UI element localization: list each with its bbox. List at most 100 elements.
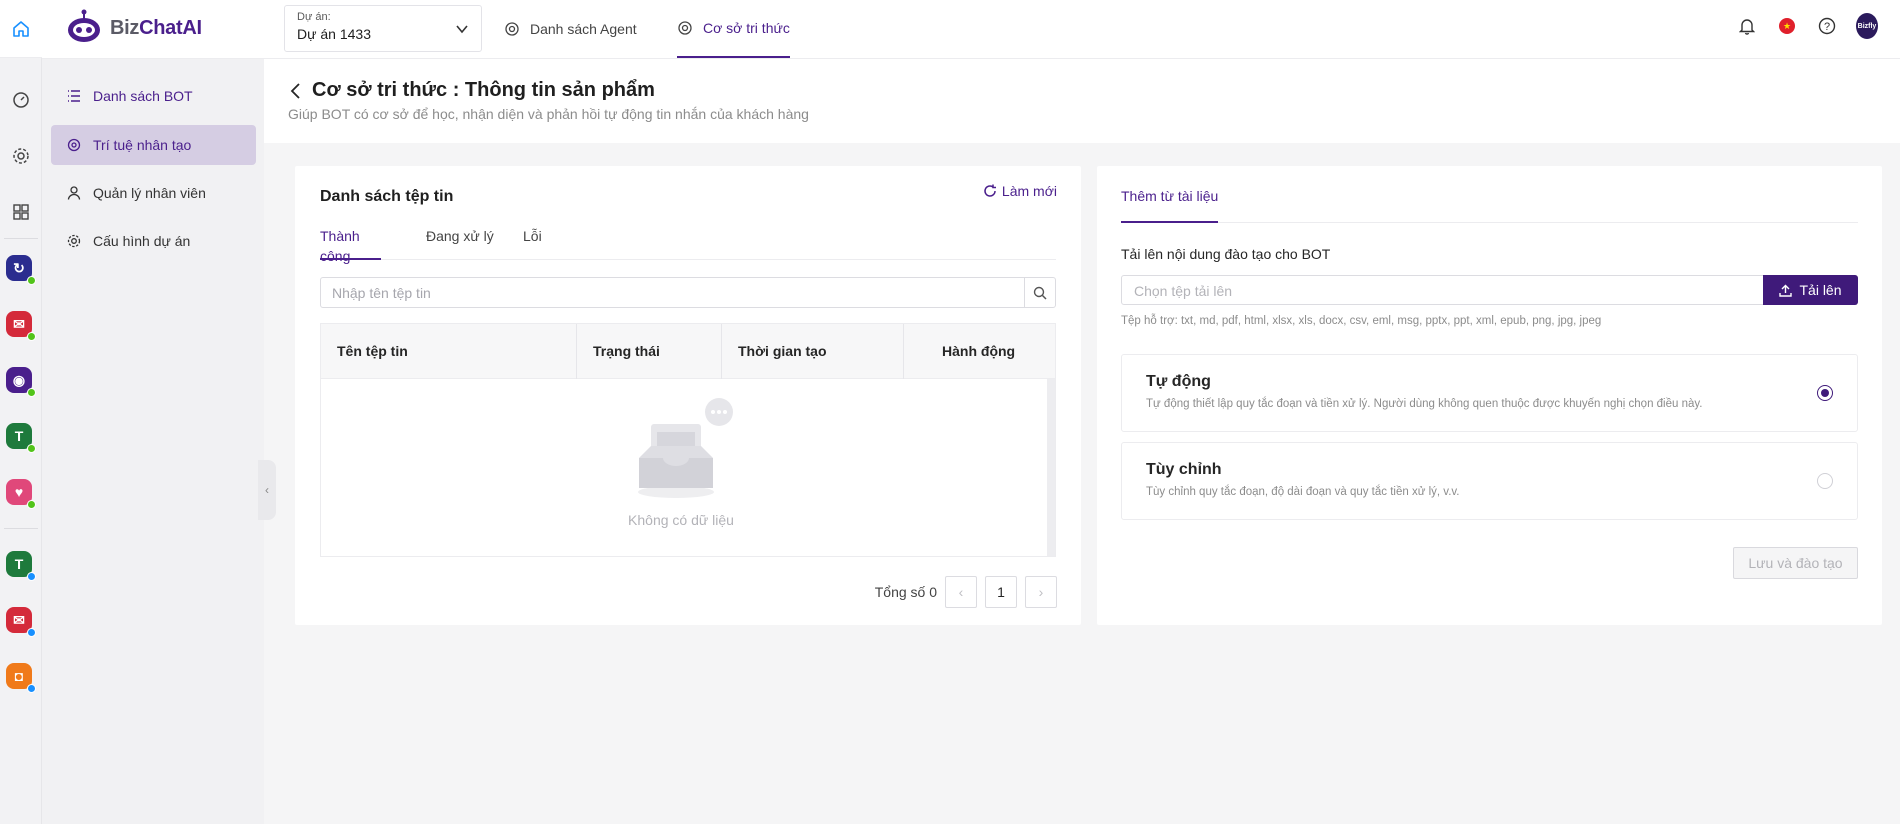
home-button[interactable] bbox=[0, 0, 42, 58]
app-rail: ↻ ✉ ◉ T ♥ T ✉ ◘ bbox=[0, 0, 42, 824]
sidebar-item-project-config[interactable]: Cấu hình dự án bbox=[51, 221, 256, 261]
rail-divider bbox=[4, 528, 38, 529]
tab-success[interactable]: Thành công bbox=[320, 226, 381, 264]
back-arrow-icon[interactable] bbox=[288, 82, 302, 100]
tab-add-from-document[interactable]: Thêm từ tài liệu bbox=[1121, 188, 1219, 223]
option-title: Tự động bbox=[1146, 373, 1211, 390]
chevron-right-icon: › bbox=[1038, 584, 1044, 600]
help-icon[interactable]: ? bbox=[1816, 15, 1838, 37]
bell-icon[interactable] bbox=[1736, 15, 1758, 37]
online-status-dot bbox=[27, 500, 36, 509]
option-custom[interactable]: Tùy chỉnh Tùy chỉnh quy tắc đoạn, độ dài… bbox=[1121, 442, 1858, 520]
page-header: Cơ sở tri thức : Thông tin sản phẩm Giúp… bbox=[264, 59, 1900, 143]
add-status-dot bbox=[27, 572, 36, 581]
sidebar-item-ai[interactable]: Trí tuệ nhân tạo bbox=[51, 125, 256, 165]
sidebar-item-label: Trí tuệ nhân tạo bbox=[93, 137, 192, 153]
add-status-dot bbox=[27, 684, 36, 693]
page-subtitle: Giúp BOT có cơ sở để học, nhận diện và p… bbox=[288, 106, 809, 122]
file-list-card: Danh sách tệp tin Làm mới Thành công Đan… bbox=[295, 166, 1081, 625]
pagination: Tổng số 0 ‹ 1 › bbox=[875, 576, 1057, 608]
openai-icon bbox=[505, 22, 519, 36]
empty-inbox-icon bbox=[638, 398, 733, 498]
chevron-down-icon bbox=[456, 25, 468, 34]
openai-icon bbox=[67, 138, 81, 152]
online-status-dot bbox=[27, 388, 36, 397]
save-and-train-button[interactable]: Lưu và đào tạo bbox=[1733, 547, 1858, 579]
search-button[interactable] bbox=[1024, 278, 1055, 307]
list-icon bbox=[68, 90, 80, 102]
apps-grid-icon[interactable] bbox=[9, 200, 33, 224]
chevron-left-icon: ‹ bbox=[958, 584, 964, 600]
online-status-dot bbox=[27, 332, 36, 341]
settings-icon[interactable] bbox=[9, 144, 33, 168]
column-created-time: Thời gian tạo bbox=[721, 324, 903, 379]
refresh-button[interactable]: Làm mới bbox=[983, 183, 1057, 199]
dashboard-icon[interactable] bbox=[9, 88, 33, 112]
add-status-dot bbox=[27, 628, 36, 637]
project-label: Dự án: bbox=[297, 11, 331, 23]
project-value: Dự án 1433 bbox=[297, 26, 371, 42]
page-title-row: Cơ sở tri thức : Thông tin sản phẩm bbox=[288, 79, 655, 102]
file-search-input[interactable] bbox=[321, 278, 1021, 307]
table-scrollbar[interactable] bbox=[1047, 379, 1055, 556]
upload-label: Tải lên nội dung đào tạo cho BOT bbox=[1121, 246, 1331, 262]
home-icon bbox=[13, 20, 29, 37]
page-number-button[interactable]: 1 bbox=[985, 576, 1017, 608]
upload-icon bbox=[1779, 284, 1793, 297]
file-list-title: Danh sách tệp tin bbox=[320, 188, 454, 205]
sidebar-collapse-button[interactable]: ‹ bbox=[258, 460, 276, 520]
prev-page-button[interactable]: ‹ bbox=[945, 576, 977, 608]
online-status-dot bbox=[27, 276, 36, 285]
rail-divider bbox=[4, 238, 38, 239]
column-status: Trạng thái bbox=[576, 324, 721, 379]
tab-processing[interactable]: Đang xử lý bbox=[426, 226, 494, 260]
next-page-button[interactable]: › bbox=[1025, 576, 1057, 608]
nav-tab-agents[interactable]: Danh sách Agent bbox=[504, 0, 637, 58]
secondary-sidebar: Danh sách BOT Trí tuệ nhân tạo Quản lý n… bbox=[42, 59, 264, 824]
upload-card: Thêm từ tài liệu Tải lên nội dung đào tạ… bbox=[1097, 166, 1882, 625]
online-status-dot bbox=[27, 444, 36, 453]
upload-placeholder: Chọn tệp tải lên bbox=[1134, 283, 1233, 299]
option-description: Tùy chỉnh quy tắc đoạn, độ dài đoạn và q… bbox=[1146, 486, 1460, 498]
empty-state: Không có dữ liệu bbox=[621, 396, 741, 528]
user-icon bbox=[67, 186, 81, 200]
top-right-icons: ★ ? Bizfly bbox=[1736, 13, 1878, 39]
refresh-icon bbox=[984, 184, 996, 197]
sidebar-item-label: Danh sách BOT bbox=[93, 88, 193, 104]
search-icon bbox=[1033, 286, 1047, 300]
option-description: Tự động thiết lập quy tắc đoạn và tiền x… bbox=[1146, 398, 1703, 410]
upload-button[interactable]: Tải lên bbox=[1763, 275, 1858, 305]
option-automatic[interactable]: Tự động Tự động thiết lập quy tắc đoạn v… bbox=[1121, 354, 1858, 432]
option-custom-radio[interactable] bbox=[1817, 473, 1833, 489]
chevron-left-icon: ‹ bbox=[265, 483, 269, 497]
project-select[interactable]: Dự án: Dự án 1433 bbox=[284, 5, 482, 52]
sidebar-item-bot-list[interactable]: Danh sách BOT bbox=[51, 76, 256, 116]
upload-tabs: Thêm từ tài liệu bbox=[1121, 188, 1858, 223]
column-file-name: Tên tệp tin bbox=[337, 343, 408, 359]
page-title: Cơ sở tri thức : Thông tin sản phẩm bbox=[312, 79, 655, 101]
openai-icon bbox=[678, 21, 692, 35]
sidebar-item-staff[interactable]: Quản lý nhân viên bbox=[51, 173, 256, 213]
sidebar-item-label: Cấu hình dự án bbox=[93, 233, 191, 249]
tab-error[interactable]: Lỗi bbox=[523, 226, 542, 260]
total-count: Tổng số 0 bbox=[874, 584, 937, 600]
top-bar: BizChatAI Dự án: Dự án 1433 Danh sách Ag… bbox=[42, 0, 1900, 59]
sidebar-item-label: Quản lý nhân viên bbox=[93, 185, 206, 201]
nav-tab-knowledge[interactable]: Cơ sở tri thức bbox=[677, 0, 790, 58]
language-flag-icon[interactable]: ★ bbox=[1776, 15, 1798, 37]
option-automatic-radio[interactable] bbox=[1817, 385, 1833, 401]
file-status-tabs: Thành công Đang xử lý Lỗi bbox=[320, 226, 1056, 264]
nav-tab-knowledge-label: Cơ sở tri thức bbox=[703, 20, 790, 36]
bizchatai-logo[interactable]: BizChatAI bbox=[64, 8, 202, 48]
nav-tab-agents-label: Danh sách Agent bbox=[530, 21, 637, 37]
column-actions: Hành động bbox=[903, 324, 1055, 379]
file-table: Tên tệp tin Trạng thái Thời gian tạo Hàn… bbox=[320, 323, 1056, 557]
robot-logo-icon bbox=[68, 9, 100, 42]
option-title: Tùy chỉnh bbox=[1146, 461, 1222, 478]
file-search bbox=[320, 277, 1056, 308]
user-avatar[interactable]: Bizfly bbox=[1856, 13, 1878, 39]
supported-files-hint: Tệp hỗ trợ: txt, md, pdf, html, xlsx, xl… bbox=[1121, 315, 1602, 327]
upload-field[interactable]: Chọn tệp tải lên Tải lên bbox=[1121, 275, 1858, 305]
table-header: Tên tệp tin Trạng thái Thời gian tạo Hàn… bbox=[321, 324, 1055, 379]
empty-state-text: Không có dữ liệu bbox=[628, 512, 734, 528]
